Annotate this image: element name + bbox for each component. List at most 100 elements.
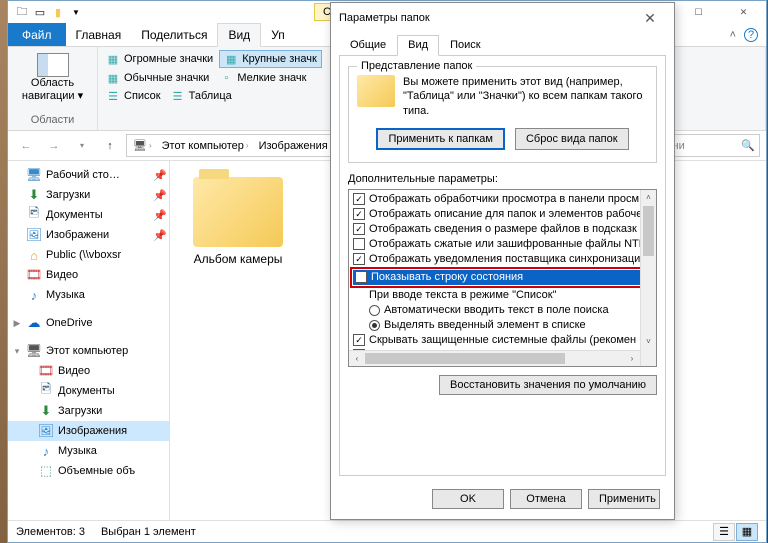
nav-images[interactable]: 🖼Изображени📌 — [8, 225, 169, 245]
collapse-icon[interactable]: ▾ — [12, 346, 22, 357]
tab-view[interactable]: Вид — [217, 23, 261, 47]
navigation-pane-icon[interactable] — [37, 53, 69, 77]
radio-icon[interactable] — [369, 320, 380, 331]
dialog-footer: OK Отмена Применить — [432, 489, 660, 509]
desktop-icon: 🖥 — [26, 167, 42, 183]
folder-icon[interactable]: ▮ — [50, 4, 66, 20]
checkbox-icon[interactable]: ✓ — [353, 334, 365, 346]
3d-icon: ⬚ — [38, 463, 54, 479]
details-view-button[interactable]: ☰ — [713, 523, 735, 541]
nav-music[interactable]: ♪Музыка — [8, 285, 169, 305]
adv-item[interactable]: ✓Отображать уведомления поставщика синхр… — [351, 252, 654, 267]
up-button[interactable]: ↑ — [98, 134, 122, 158]
pc-icon: 🖥 — [133, 139, 147, 152]
expand-icon[interactable]: ▶ — [12, 318, 22, 329]
tab-manage[interactable]: Уп — [261, 23, 295, 46]
icons-view-button[interactable]: ▦ — [736, 523, 758, 541]
adv-item[interactable]: ✓Скрывать защищенные системные файлы (ре… — [351, 333, 654, 348]
tab-file[interactable]: Файл — [8, 23, 66, 46]
adv-item[interactable]: ✓Отображать обработчики просмотра в пане… — [351, 192, 654, 207]
restore-defaults-button[interactable]: Восстановить значения по умолчанию — [439, 375, 657, 395]
scroll-up-icon[interactable]: ˄ — [641, 190, 656, 206]
help-icon[interactable]: ? — [744, 28, 758, 42]
adv-item[interactable]: ✓Отображать описание для папок и элемент… — [351, 207, 654, 222]
nav-documents[interactable]: 🖻Документы📌 — [8, 205, 169, 225]
close-button[interactable]: ✕ — [721, 2, 766, 22]
checkbox-icon[interactable] — [353, 238, 365, 250]
adv-item-group[interactable]: При вводе текста в режиме "Список" — [351, 288, 654, 303]
list-icon: ☰ — [106, 89, 120, 103]
nav-tp-images[interactable]: 🖼Изображения — [8, 421, 169, 441]
scroll-left-icon[interactable]: ‹ — [349, 351, 365, 366]
tab-home[interactable]: Главная — [66, 23, 132, 46]
layout-list[interactable]: ☰Список — [102, 88, 165, 104]
music-icon: ♪ — [26, 287, 42, 303]
nav-tp-3d[interactable]: ⬚Объемные объ — [8, 461, 169, 481]
nav-downloads[interactable]: ⬇Загрузки📌 — [8, 185, 169, 205]
nav-tp-video[interactable]: 🎞Видео — [8, 361, 169, 381]
nav-thispc[interactable]: ▾🖥Этот компьютер — [8, 341, 169, 361]
horizontal-scrollbar[interactable]: ‹ › — [349, 350, 640, 366]
scroll-thumb[interactable] — [365, 353, 565, 364]
layout-large[interactable]: ▦Крупные значк — [219, 50, 322, 68]
video-icon: 🎞 — [26, 267, 42, 283]
checkbox-icon[interactable]: ✓ — [353, 208, 365, 220]
nav-tp-docs[interactable]: 🖻Документы — [8, 381, 169, 401]
crumb-current[interactable]: Изображения — [259, 140, 328, 152]
adv-item-selected[interactable]: Показывать строку состояния — [353, 270, 652, 285]
folder-name: Альбом камеры — [190, 251, 287, 267]
maximize-button[interactable]: ☐ — [676, 2, 721, 22]
search-icon[interactable]: 🔍 — [741, 139, 755, 152]
ok-button[interactable]: OK — [432, 489, 504, 509]
adv-item-radio[interactable]: Выделять введенный элемент в списке — [351, 318, 654, 333]
navigation-pane-label[interactable]: Область навигации ▾ — [12, 77, 93, 102]
qat-prop-icon[interactable]: ▭ — [32, 4, 48, 20]
nav-tp-music[interactable]: ♪Музыка — [8, 441, 169, 461]
nav-desktop[interactable]: 🖥Рабочий сто…📌 — [8, 165, 169, 185]
scroll-thumb[interactable] — [643, 206, 654, 256]
dialog-close-button[interactable]: ✕ — [634, 6, 666, 30]
layout-medium[interactable]: ▦Обычные значки — [102, 70, 213, 86]
dialog-tab-general[interactable]: Общие — [339, 35, 397, 55]
radio-icon[interactable] — [369, 305, 380, 316]
back-button[interactable]: ← — [14, 134, 38, 158]
dialog-titlebar[interactable]: Параметры папок ✕ — [331, 3, 674, 33]
adv-item[interactable]: ✓Отображать сведения о размере файлов в … — [351, 222, 654, 237]
ribbon-collapse-icon[interactable]: ˄ — [730, 29, 736, 41]
dialog-tab-content: Представление папок Вы можете применить … — [339, 56, 666, 476]
layout-small[interactable]: ▫Мелкие значк — [215, 70, 310, 86]
checkbox-icon[interactable]: ✓ — [353, 253, 365, 265]
small-icons-icon: ▫ — [219, 71, 233, 85]
recent-button[interactable]: ▾ — [70, 134, 94, 158]
large-icons-icon: ▦ — [224, 52, 238, 66]
apply-button[interactable]: Применить — [588, 489, 660, 509]
nav-tp-downloads[interactable]: ⬇Загрузки — [8, 401, 169, 421]
layout-extra-large[interactable]: ▦Огромные значки — [102, 50, 217, 68]
crumb-root[interactable]: Этот компьютер — [162, 140, 244, 152]
nav-video[interactable]: 🎞Видео — [8, 265, 169, 285]
reset-folders-button[interactable]: Сброс вида папок — [515, 128, 629, 150]
tab-share[interactable]: Поделиться — [131, 23, 217, 46]
download-icon: ⬇ — [38, 403, 54, 419]
advanced-settings-list[interactable]: ✓Отображать обработчики просмотра в пане… — [348, 189, 657, 367]
qat-dropdown-icon[interactable]: ▼ — [68, 4, 84, 20]
scroll-down-icon[interactable]: ˅ — [641, 334, 656, 350]
apply-to-folders-button[interactable]: Применить к папкам — [376, 128, 505, 150]
music-icon: ♪ — [38, 443, 54, 459]
cancel-button[interactable]: Отмена — [510, 489, 582, 509]
checkbox-icon[interactable]: ✓ — [353, 223, 365, 235]
dialog-tab-search[interactable]: Поиск — [439, 35, 491, 55]
folder-views-group: Представление папок Вы можете применить … — [348, 66, 657, 163]
scroll-right-icon[interactable]: › — [624, 351, 640, 366]
folder-item[interactable]: Альбом камеры — [178, 177, 298, 509]
nav-public[interactable]: ⌂Public (\\vboxsr — [8, 245, 169, 265]
vertical-scrollbar[interactable]: ˄ ˅ — [640, 190, 656, 366]
group-title: Представление папок — [357, 60, 476, 72]
checkbox-icon[interactable]: ✓ — [353, 193, 365, 205]
nav-onedrive[interactable]: ▶☁OneDrive — [8, 313, 169, 333]
dialog-tab-view[interactable]: Вид — [397, 35, 439, 56]
layout-table[interactable]: ☰Таблица — [167, 88, 236, 104]
adv-item-radio[interactable]: Автоматически вводить текст в поле поиск… — [351, 303, 654, 318]
adv-item[interactable]: Отображать сжатые или зашифрованные файл… — [351, 237, 654, 252]
checkbox-icon[interactable] — [355, 271, 367, 283]
